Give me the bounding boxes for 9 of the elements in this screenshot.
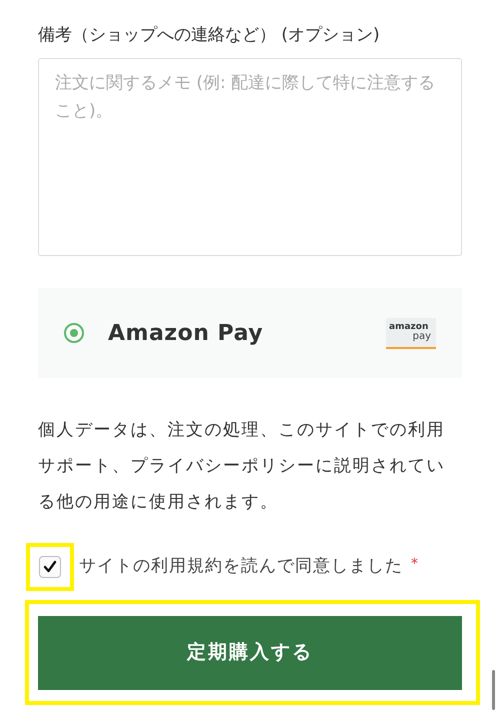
payment-label: Amazon Pay: [108, 320, 264, 348]
amazon-pay-logo: amazon pay: [386, 318, 436, 348]
field-label: 備考（ショップへの連絡など） (オプション): [38, 24, 381, 47]
subscribe-button[interactable]: 定期購入する: [38, 616, 462, 690]
notes-field[interactable]: 注文に関するメモ (例: 配達に際して特に注意すること)。: [38, 58, 462, 256]
payment-option[interactable]: Amazon Pay amazon pay: [38, 288, 462, 378]
required-mark: *: [411, 555, 418, 574]
privacy-text: 個人データは、注文の処理、このサイトでの利用サポート、プライバシーポリシーに説明されている他の用途に使用されます。: [38, 419, 446, 514]
terms-label: サイトの利用規約を読んで同意しました: [79, 555, 403, 578]
